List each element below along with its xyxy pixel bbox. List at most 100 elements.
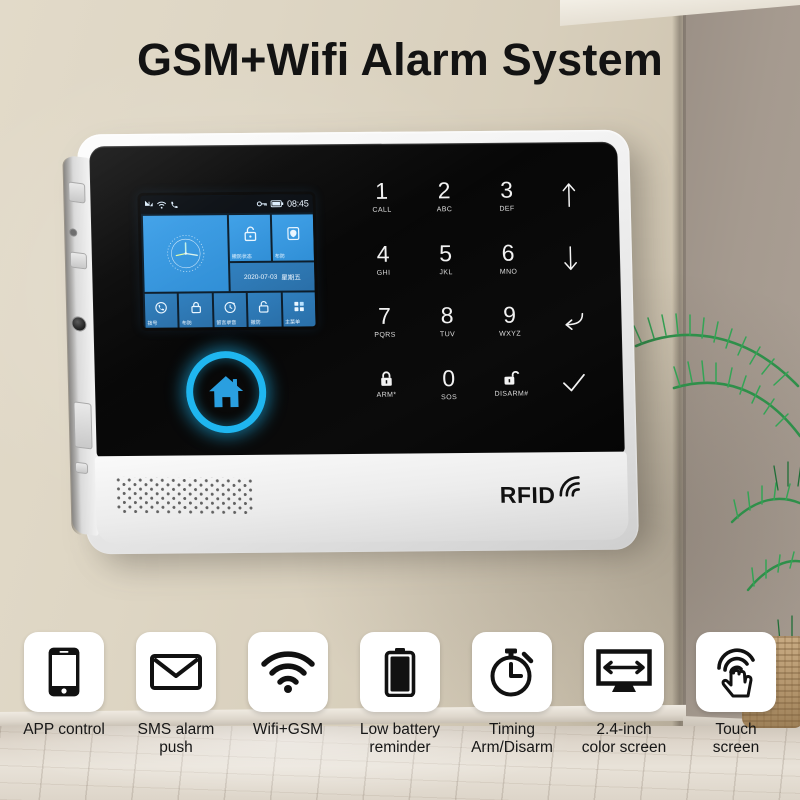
arrow-up-icon bbox=[562, 183, 576, 208]
key-number: 5 bbox=[438, 239, 453, 267]
battery-icon bbox=[384, 648, 416, 697]
lcd-tile-recording[interactable]: 留言录音 bbox=[213, 292, 247, 328]
key-9[interactable]: 9 WXYZ bbox=[478, 289, 542, 352]
key-number: 8 bbox=[440, 302, 454, 329]
key-sublabel: GHI bbox=[376, 269, 391, 277]
key-2[interactable]: 2 ABC bbox=[412, 165, 476, 228]
lcd-screen[interactable]: 08:45 撤防状态 布防 2020-07-03 星期五 拨号 布防 留言录音 … bbox=[140, 194, 316, 328]
power-switch[interactable] bbox=[74, 461, 89, 475]
home-button[interactable] bbox=[185, 350, 268, 434]
key-8[interactable]: 8 TUV bbox=[415, 290, 479, 353]
feature-icon-box bbox=[360, 632, 440, 712]
key-confirm[interactable] bbox=[542, 351, 606, 414]
lcd-tile-menu[interactable]: 主菜单 bbox=[282, 292, 316, 327]
key-sublabel: ABC bbox=[436, 206, 453, 214]
page-title: GSM+Wifi Alarm System bbox=[136, 34, 664, 85]
lcd-bottom-tile-row: 拨号 布防 留言录音 撤防 主菜单 bbox=[144, 292, 316, 328]
feature-timing-arm-disarm[interactable]: Timing Arm/Disarm bbox=[456, 632, 568, 792]
lcd-tile-lock[interactable]: 布防 bbox=[179, 293, 213, 328]
key-3[interactable]: 3 DEF bbox=[475, 164, 539, 227]
unlock-icon bbox=[504, 370, 520, 385]
speaker-grille bbox=[115, 476, 255, 515]
feature-label: SMS alarm push bbox=[137, 721, 215, 756]
feature-app-control[interactable]: APP control bbox=[8, 632, 120, 792]
feature-icon-box bbox=[24, 632, 104, 712]
key-sublabel: SOS bbox=[441, 393, 458, 402]
lcd-tile-grid: 撤防状态 布防 2020-07-03 星期五 拨号 布防 留言录音 撤防 主菜单 bbox=[141, 212, 316, 328]
key-number: 9 bbox=[502, 301, 517, 328]
lcd-tile-arm[interactable]: 布防 bbox=[271, 214, 314, 261]
sim-card-slot bbox=[73, 401, 93, 450]
home-icon bbox=[209, 376, 244, 408]
palm-plant bbox=[633, 313, 800, 643]
key-1[interactable]: 1 CALL bbox=[350, 166, 414, 229]
key-sublabel: DISARM# bbox=[494, 390, 529, 398]
rfid-label: RFID bbox=[499, 481, 556, 509]
feature-icon-box bbox=[248, 632, 328, 712]
port-connector-top bbox=[67, 181, 86, 204]
battery-icon bbox=[271, 200, 284, 208]
lcd-clock-time: 08:45 bbox=[286, 198, 309, 209]
lcd-tile-disarm-status[interactable]: 撤防状态 bbox=[228, 214, 271, 262]
key-icon bbox=[257, 201, 268, 207]
feature-icon-box bbox=[472, 632, 552, 712]
key-down[interactable] bbox=[539, 226, 603, 289]
back-arrow-icon bbox=[565, 313, 583, 331]
feature-strip: APP control SMS alarm push Wifi+GSM Low … bbox=[8, 632, 792, 792]
lcd-date-tile[interactable]: 2020-07-03 星期五 bbox=[230, 262, 315, 292]
key-number: 4 bbox=[376, 240, 390, 267]
key-sublabel: CALL bbox=[372, 206, 392, 215]
apps-grid-icon bbox=[294, 302, 304, 312]
key-arm[interactable]: ARM* bbox=[354, 353, 418, 416]
key-back[interactable] bbox=[540, 289, 604, 352]
envelope-icon bbox=[150, 654, 202, 690]
feature-label: APP control bbox=[23, 721, 105, 738]
analog-clock-tile[interactable] bbox=[142, 215, 229, 292]
feature-label: Low battery reminder bbox=[359, 721, 441, 756]
check-icon bbox=[562, 373, 585, 392]
reset-button[interactable] bbox=[69, 227, 78, 238]
feature-label: Touch screen bbox=[712, 721, 760, 756]
keypad: 1 CALL 2 ABC 3 DEF 4 GHI 5 JKL 6 MNO 7 P… bbox=[350, 164, 606, 416]
lcd-weekday: 星期五 bbox=[281, 274, 301, 282]
lcd-tile-disarm[interactable]: 撤防 bbox=[247, 292, 282, 327]
rfid-badge: RFID bbox=[499, 472, 620, 513]
key-number: 2 bbox=[437, 177, 451, 204]
alarm-panel: 08:45 撤防状态 布防 2020-07-03 星期五 拨号 布防 留言录音 … bbox=[62, 129, 640, 555]
key-number: 1 bbox=[374, 178, 389, 205]
key-disarm[interactable]: DISARM# bbox=[479, 352, 543, 415]
key-6[interactable]: 6 MNO bbox=[476, 227, 540, 290]
key-0[interactable]: 0 SOS bbox=[417, 352, 481, 415]
key-sublabel: WXYZ bbox=[499, 330, 522, 339]
feature-sms-alarm-push[interactable]: SMS alarm push bbox=[120, 632, 232, 792]
key-sublabel: JKL bbox=[439, 268, 453, 277]
feature-wifi-gsm[interactable]: Wifi+GSM bbox=[232, 632, 344, 792]
key-number: 7 bbox=[377, 302, 392, 330]
key-4[interactable]: 4 GHI bbox=[351, 228, 415, 291]
feature-icon-box bbox=[136, 632, 216, 712]
smartphone-icon bbox=[48, 647, 80, 697]
key-up[interactable] bbox=[537, 164, 601, 227]
port-connector-middle bbox=[69, 251, 88, 270]
feature-touch-screen[interactable]: Touch screen bbox=[680, 632, 792, 792]
feature-label: Wifi+GSM bbox=[252, 721, 324, 738]
key-sublabel: PQRS bbox=[374, 331, 396, 340]
lcd-date: 2020-07-03 bbox=[243, 273, 278, 281]
lcd-tile-dial[interactable]: 拨号 bbox=[144, 293, 178, 328]
lcd-status-bar: 08:45 bbox=[140, 194, 313, 214]
lcd-tile-label: 拨号 bbox=[147, 320, 158, 327]
feature-label: Timing Arm/Disarm bbox=[471, 721, 553, 756]
wifi-icon bbox=[157, 201, 167, 209]
unlock-icon bbox=[244, 226, 256, 242]
feature-low-battery-reminder[interactable]: Low battery reminder bbox=[344, 632, 456, 792]
cellular-signal-icon bbox=[144, 200, 153, 206]
key-5[interactable]: 5 JKL bbox=[414, 227, 478, 290]
key-sublabel: MNO bbox=[499, 268, 518, 276]
key-number: 3 bbox=[499, 176, 514, 204]
feature-color-screen[interactable]: 2.4-inch color screen bbox=[568, 632, 680, 792]
product-marketing-scene: GSM+Wifi Alarm System 08:45 撤防状态 布防 2020… bbox=[0, 0, 800, 800]
wifi-icon bbox=[261, 651, 315, 693]
key-7[interactable]: 7 PQRS bbox=[353, 291, 417, 354]
shield-icon bbox=[286, 227, 299, 241]
key-sublabel: TUV bbox=[439, 331, 456, 339]
